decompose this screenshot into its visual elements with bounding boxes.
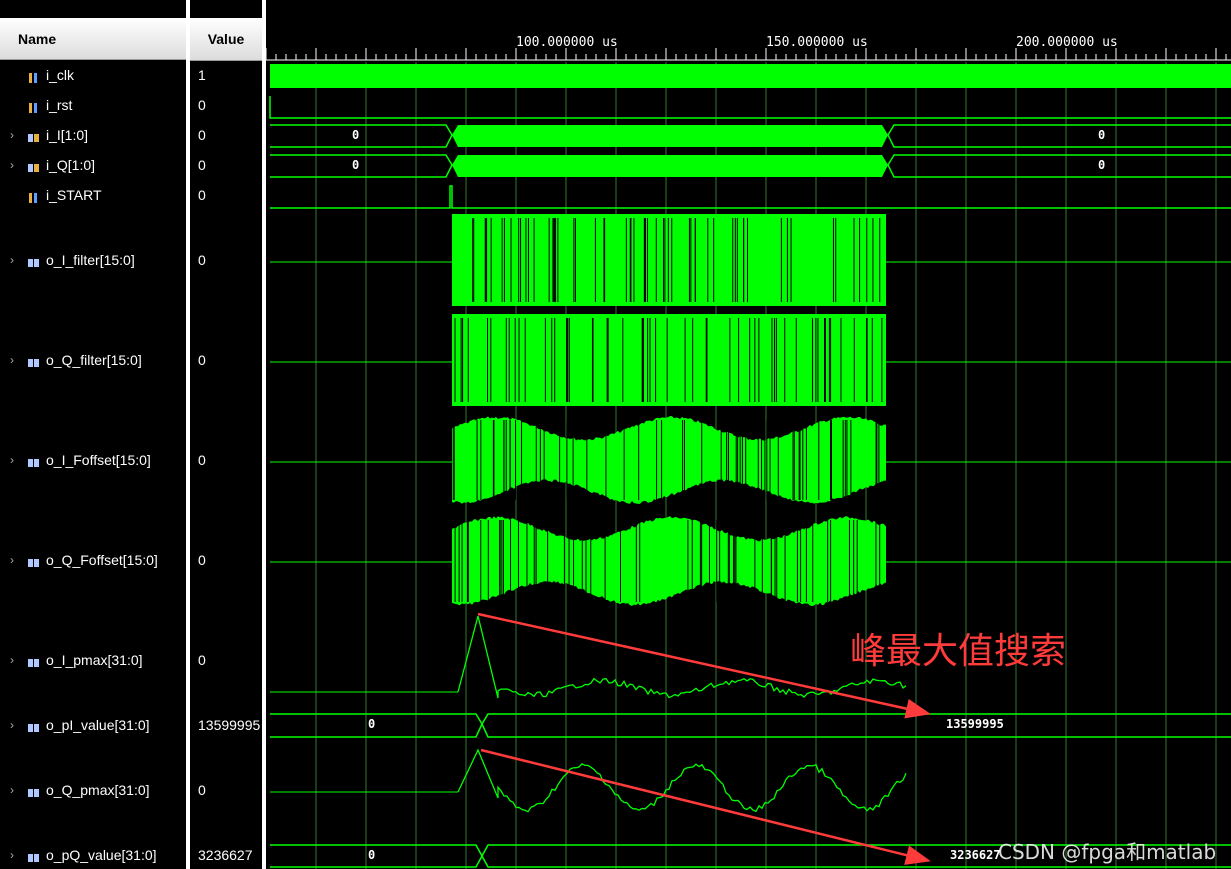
bus-value: 13599995 — [946, 717, 1004, 731]
bus-signal-icon — [28, 159, 40, 172]
waveform-envelope — [452, 214, 886, 306]
analog-waveform-q-filter[interactable] — [452, 314, 886, 406]
signal-row-o-pq-value[interactable]: › o_pQ_value[31:0] — [0, 845, 186, 865]
bus-waveform-i-i[interactable]: 0 0 — [270, 124, 1231, 148]
signal-name: i_I[1:0] — [46, 127, 89, 143]
chevron-right-icon[interactable]: › — [10, 715, 14, 735]
signal-name: i_Q[1:0] — [46, 157, 96, 173]
bus-signal-icon — [28, 554, 40, 567]
signal-name: o_pQ_value[31:0] — [46, 847, 157, 863]
signal-name: o_I_filter[15:0] — [46, 252, 135, 268]
single-bit-signal-icon — [28, 99, 40, 113]
signal-row-o-i-filter[interactable]: › o_I_filter[15:0] — [0, 250, 186, 270]
signal-name: o_Q_filter[15:0] — [46, 352, 142, 368]
signal-value: 0 — [198, 127, 206, 143]
value-column-header[interactable]: Value — [190, 18, 262, 61]
single-bit-signal-icon — [28, 69, 40, 83]
signal-values-pane: Value 1 0 0 0 0 0 0 0 0 0 13599995 0 323… — [190, 0, 262, 869]
time-label: 150.000000 us — [766, 35, 868, 50]
chevron-right-icon[interactable]: › — [10, 550, 14, 570]
signal-name: i_rst — [46, 97, 73, 113]
start-waveform[interactable] — [270, 185, 1231, 209]
signal-row-o-q-filter[interactable]: › o_Q_filter[15:0] — [0, 350, 186, 370]
signal-name: o_I_Foffset[15:0] — [46, 452, 151, 468]
bus-value: 0 — [1098, 128, 1105, 142]
signal-value: 0 — [198, 352, 206, 368]
analog-waveform-i-filter[interactable] — [452, 214, 886, 306]
waveform-envelope — [452, 314, 886, 406]
signal-name: i_START — [46, 187, 102, 203]
analog-waveform-i-foffset[interactable] — [452, 416, 886, 504]
name-column-header[interactable]: Name — [0, 18, 186, 60]
signal-value: 3236627 — [198, 847, 253, 863]
signal-name: o_Q_pmax[31:0] — [46, 782, 150, 798]
rst-waveform[interactable] — [269, 96, 1231, 119]
signal-value: 0 — [198, 97, 206, 113]
signal-row-o-q-foffset[interactable]: › o_Q_Foffset[15:0] — [0, 550, 186, 570]
bus-waveform-pi-value[interactable]: 0 13599995 — [270, 713, 1231, 738]
signal-row-i-start[interactable]: i_START — [0, 185, 186, 205]
signal-row-i-q[interactable]: › i_Q[1:0] — [0, 155, 186, 175]
time-label: 100.000000 us — [516, 35, 618, 50]
signal-row-i-clk[interactable]: i_clk — [0, 65, 186, 85]
signal-value: 13599995 — [198, 717, 261, 733]
bus-signal-icon — [28, 254, 40, 267]
signal-value: 0 — [198, 187, 206, 203]
bus-signal-icon — [28, 454, 40, 467]
signal-names-pane: Name i_clk i_rst › i_I[1:0] › i_Q[1:0] i… — [0, 0, 186, 869]
single-bit-signal-icon — [28, 189, 40, 203]
chevron-right-icon[interactable]: › — [10, 650, 14, 670]
watermark: CSDN @fpga和matlab — [998, 840, 1217, 864]
analog-waveform-q-foffset[interactable] — [452, 516, 886, 606]
bus-signal-icon — [28, 129, 40, 142]
signal-value: 0 — [198, 452, 206, 468]
analog-waveform-i-pmax[interactable] — [457, 615, 907, 699]
bus-signal-icon — [28, 654, 40, 667]
signal-name: o_pI_value[31:0] — [46, 717, 150, 733]
signal-value: 0 — [198, 552, 206, 568]
signal-value: 0 — [198, 652, 206, 668]
bus-value: 0 — [352, 128, 359, 142]
bus-value: 3236627 — [950, 848, 1001, 862]
chevron-right-icon[interactable]: › — [10, 350, 14, 370]
signal-value: 0 — [198, 252, 206, 268]
signal-row-i-rst[interactable]: i_rst — [0, 95, 186, 115]
signal-name: i_clk — [46, 67, 75, 83]
time-label: 200.000000 us — [1016, 35, 1118, 50]
chevron-right-icon[interactable]: › — [10, 845, 14, 865]
chevron-right-icon[interactable]: › — [10, 250, 14, 270]
signal-row-o-i-pmax[interactable]: › o_I_pmax[31:0] — [0, 650, 186, 670]
signal-row-o-pi-value[interactable]: › o_pI_value[31:0] — [0, 715, 186, 735]
chevron-right-icon[interactable]: › — [10, 125, 14, 145]
waveform-envelope — [452, 516, 886, 606]
time-ruler[interactable]: 100.000000 us 150.000000 us 200.000000 u… — [266, 35, 1231, 61]
chevron-right-icon[interactable]: › — [10, 155, 14, 175]
bus-value: 0 — [1098, 158, 1105, 172]
waveform-canvas[interactable]: 100.000000 us 150.000000 us 200.000000 u… — [266, 0, 1231, 869]
bus-value: 0 — [368, 848, 375, 862]
bus-waveform-i-q[interactable]: 0 0 — [270, 154, 1231, 178]
bus-signal-icon — [28, 784, 40, 797]
waveform-envelope — [452, 416, 886, 504]
signal-row-o-q-pmax[interactable]: › o_Q_pmax[31:0] — [0, 780, 186, 800]
chevron-right-icon[interactable]: › — [10, 780, 14, 800]
bus-value: 0 — [352, 158, 359, 172]
chevron-right-icon[interactable]: › — [10, 450, 14, 470]
signal-value: 0 — [198, 157, 206, 173]
signal-name: o_I_pmax[31:0] — [46, 652, 143, 668]
bus-signal-icon — [28, 719, 40, 732]
signal-name: o_Q_Foffset[15:0] — [46, 552, 158, 568]
bus-signal-icon — [28, 354, 40, 367]
bus-value: 0 — [368, 717, 375, 731]
analog-waveform-q-pmax[interactable] — [457, 748, 907, 813]
clk-waveform[interactable] — [270, 64, 1231, 88]
waveform-viewer[interactable]: 100.000000 us 150.000000 us 200.000000 u… — [266, 0, 1231, 869]
annotation-label: 峰最大值搜索 — [850, 631, 1067, 672]
signal-row-i-i[interactable]: › i_I[1:0] — [0, 125, 186, 145]
signal-value: 0 — [198, 782, 206, 798]
bus-signal-icon — [28, 849, 40, 862]
signal-value: 1 — [198, 67, 206, 83]
signal-row-o-i-foffset[interactable]: › o_I_Foffset[15:0] — [0, 450, 186, 470]
